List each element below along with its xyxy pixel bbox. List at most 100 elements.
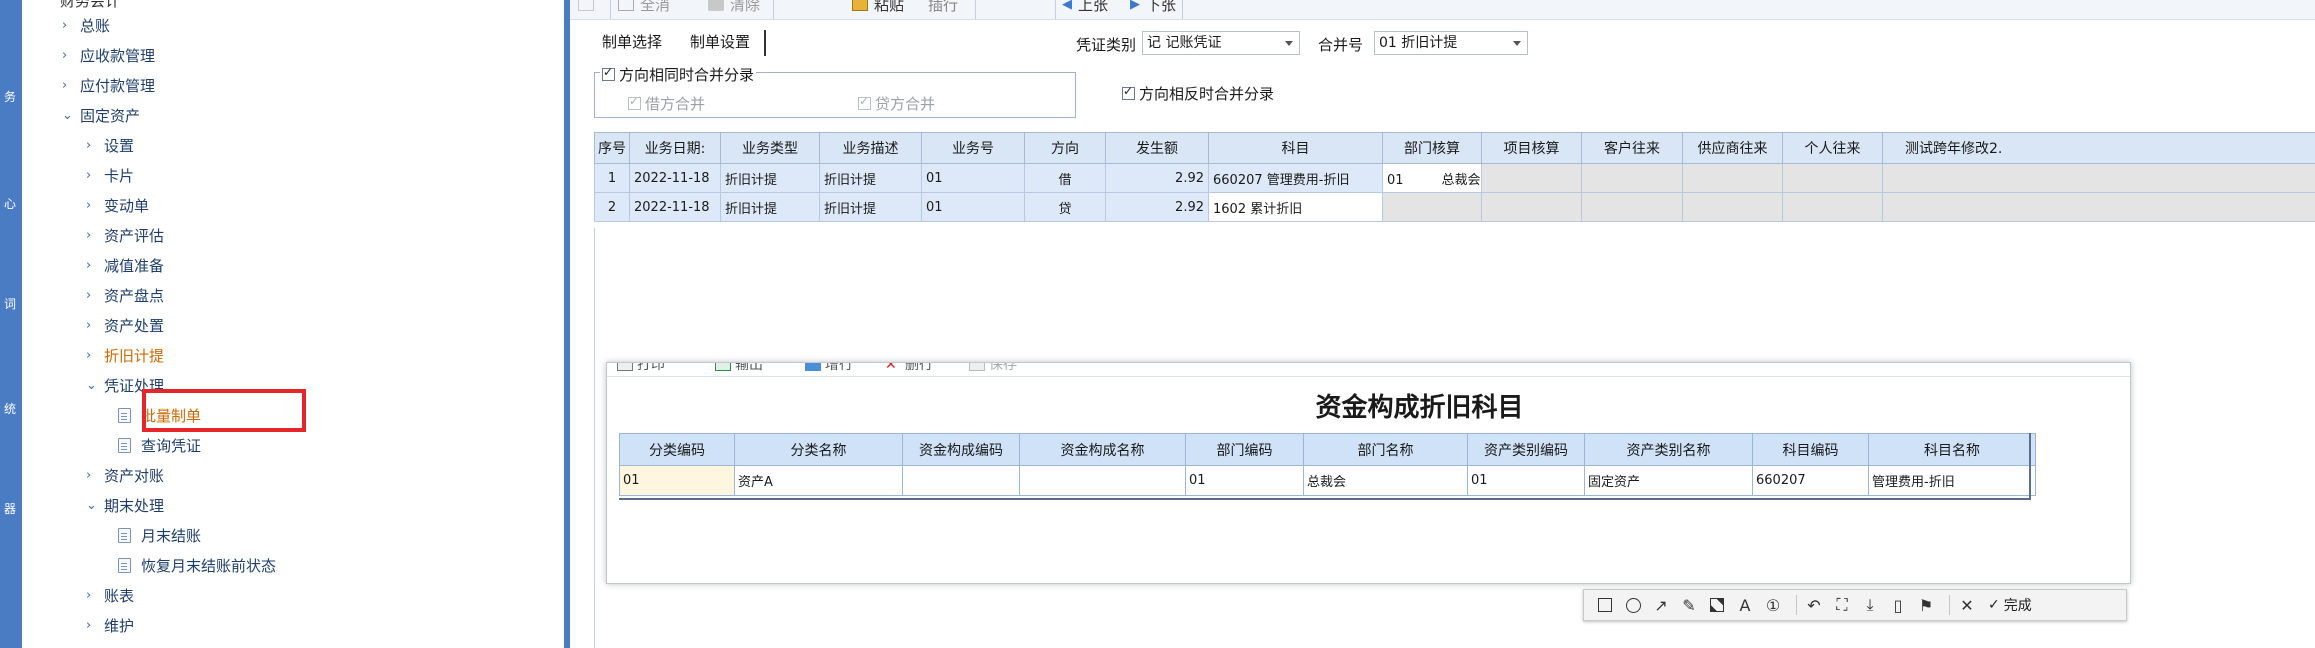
mosaic-icon[interactable] <box>1706 594 1728 616</box>
cell-direction[interactable]: 贷 <box>1024 192 1106 222</box>
tree-item-fixed-assets[interactable]: ⌄ 固定资产 <box>62 102 140 128</box>
cell-amount[interactable]: 2.92 <box>1105 163 1209 193</box>
tree-item-asset-disposal[interactable]: › 资产处置 <box>86 312 164 338</box>
insert-row-button[interactable]: 插行 <box>928 0 958 16</box>
cell-personal[interactable] <box>1782 192 1883 222</box>
export-button[interactable]: 输出 <box>715 363 763 374</box>
phone-icon[interactable]: ▯ <box>1887 594 1909 616</box>
deselect-all-button[interactable]: 全消 <box>618 0 670 16</box>
cell-category-name[interactable]: 资产A <box>734 465 903 496</box>
cell-custom[interactable] <box>1882 163 2315 193</box>
tree-item-depreciation[interactable]: › 折旧计提 <box>86 342 164 368</box>
table-row[interactable]: 2 2022-11-18 折旧计提 折旧计提 01 贷 2.92 1602 累计… <box>594 192 2315 222</box>
cell-supplier[interactable] <box>1682 192 1783 222</box>
column-header[interactable]: 部门核算 <box>1382 132 1482 164</box>
tree-item-reports[interactable]: › 账表 <box>86 582 134 608</box>
ocr-icon[interactable]: ⛶ <box>1831 594 1853 616</box>
column-header[interactable]: 部门名称 <box>1303 433 1468 466</box>
column-header[interactable]: 科目 <box>1208 132 1383 164</box>
column-header[interactable]: 业务描述 <box>819 132 922 164</box>
merge-no-select[interactable]: 01 折旧计提 <box>1374 31 1528 55</box>
cell-desc[interactable]: 折旧计提 <box>819 192 922 222</box>
next-button[interactable]: ▶ 下张 <box>1130 0 1176 16</box>
cell-customer[interactable] <box>1581 192 1683 222</box>
undo-icon[interactable]: ↶ <box>1803 594 1825 616</box>
column-header[interactable]: 分类编码 <box>619 433 735 466</box>
debit-merge-checkbox[interactable]: 借方合并 <box>628 93 705 114</box>
column-header[interactable]: 部门编码 <box>1185 433 1304 466</box>
cell-subject[interactable]: 1602 累计折旧 <box>1208 192 1383 222</box>
opposite-direction-merge-checkbox[interactable]: 方向相反时合并分录 <box>1122 83 1274 104</box>
column-header[interactable]: 分类名称 <box>734 433 903 466</box>
column-header[interactable]: 资金构成编码 <box>902 433 1020 466</box>
cell-date[interactable]: 2022-11-18 <box>629 163 721 193</box>
tree-item-general-ledger[interactable]: › 总账 <box>62 12 110 38</box>
cell-customer[interactable] <box>1581 163 1683 193</box>
cell-type[interactable]: 折旧计提 <box>720 163 820 193</box>
tree-item-reconciliation[interactable]: › 资产对账 <box>86 462 164 488</box>
cell-project[interactable] <box>1481 192 1582 222</box>
cell-dept-name[interactable]: 总裁会 <box>1303 465 1468 496</box>
column-header[interactable]: 资产类别名称 <box>1584 433 1753 466</box>
tree-item-cards[interactable]: › 卡片 <box>86 162 134 188</box>
tree-item-asset-count[interactable]: › 资产盘点 <box>86 282 164 308</box>
cell-category-code[interactable]: 01 <box>619 465 735 496</box>
credit-merge-checkbox[interactable]: 贷方合并 <box>858 93 935 114</box>
cell-seq[interactable]: 1 <box>594 163 630 193</box>
delete-row-button[interactable]: ✕ 删行 <box>885 363 933 374</box>
cell-subject-name[interactable]: 管理费用-折旧 <box>1868 465 2036 496</box>
tree-item-maintenance[interactable]: › 维护 <box>86 612 134 638</box>
cell-custom[interactable] <box>1882 192 2315 222</box>
column-header[interactable]: 科目名称 <box>1868 433 2036 466</box>
tree-item-settings[interactable]: › 设置 <box>86 132 134 158</box>
close-icon[interactable]: ✕ <box>1956 594 1978 616</box>
same-direction-merge-checkbox[interactable]: 方向相同时合并分录 <box>600 64 757 85</box>
column-header[interactable]: 资产类别编码 <box>1467 433 1585 466</box>
tab-voucher-settings[interactable]: 制单设置 <box>676 30 767 56</box>
arrow-icon[interactable]: ↗ <box>1650 594 1672 616</box>
cell-biz-no[interactable]: 01 <box>921 163 1025 193</box>
toolbar-button-partial[interactable] <box>578 0 600 16</box>
rectangle-icon[interactable] <box>1594 594 1616 616</box>
column-header[interactable]: 供应商往来 <box>1682 132 1783 164</box>
column-header[interactable]: 业务日期: <box>629 132 721 164</box>
cell-date[interactable]: 2022-11-18 <box>629 192 721 222</box>
cell-subject[interactable]: 660207 管理费用-折旧 <box>1208 163 1383 193</box>
number-marker-icon[interactable]: ① <box>1762 594 1784 616</box>
pin-icon[interactable]: ⚑ <box>1915 594 1937 616</box>
prev-button[interactable]: ◀ 上张 <box>1062 0 1108 16</box>
text-icon[interactable]: A <box>1734 594 1756 616</box>
cell-project[interactable] <box>1481 163 1582 193</box>
cell-dept[interactable]: 01 总裁会 <box>1382 163 1482 193</box>
cell-type[interactable]: 折旧计提 <box>720 192 820 222</box>
column-header[interactable]: 客户往来 <box>1581 132 1683 164</box>
cell-fund-code[interactable] <box>902 465 1020 496</box>
cell-desc[interactable]: 折旧计提 <box>819 163 922 193</box>
tree-item-asset-valuation[interactable]: › 资产评估 <box>86 222 164 248</box>
column-header[interactable]: 发生额 <box>1105 132 1209 164</box>
cell-asset-class-name[interactable]: 固定资产 <box>1584 465 1753 496</box>
cell-dept[interactable] <box>1382 192 1482 222</box>
add-row-button[interactable]: 增行 <box>805 363 853 374</box>
tree-item-payables[interactable]: › 应付款管理 <box>62 72 155 98</box>
cell-subject-code[interactable]: 660207 <box>1752 465 1869 496</box>
tree-item-receivables[interactable]: › 应收款管理 <box>62 42 155 68</box>
table-row[interactable]: 1 2022-11-18 折旧计提 折旧计提 01 借 2.92 660207 … <box>594 163 2315 193</box>
column-header[interactable]: 项目核算 <box>1481 132 1582 164</box>
cell-supplier[interactable] <box>1682 163 1783 193</box>
cell-dept-code[interactable]: 01 <box>1185 465 1304 496</box>
tab-voucher-selection[interactable]: 制单选择 <box>588 30 676 56</box>
clear-button[interactable]: 清除 <box>708 0 760 16</box>
column-header[interactable]: 资金构成名称 <box>1019 433 1186 466</box>
cell-amount[interactable]: 2.92 <box>1105 192 1209 222</box>
tree-item-restore-pre-close[interactable]: 恢复月末结账前状态 <box>118 552 276 578</box>
cell-fund-name[interactable] <box>1019 465 1186 496</box>
cell-direction[interactable]: 借 <box>1024 163 1106 193</box>
cell-personal[interactable] <box>1782 163 1883 193</box>
tree-item-query-voucher[interactable]: 查询凭证 <box>118 432 201 458</box>
print-button[interactable]: 打印 <box>617 363 665 374</box>
tree-item-impairment[interactable]: › 减值准备 <box>86 252 164 278</box>
paste-button[interactable]: 粘贴 <box>852 0 904 16</box>
tree-item-month-end-close[interactable]: 月末结账 <box>118 522 201 548</box>
cell-asset-class-code[interactable]: 01 <box>1467 465 1585 496</box>
